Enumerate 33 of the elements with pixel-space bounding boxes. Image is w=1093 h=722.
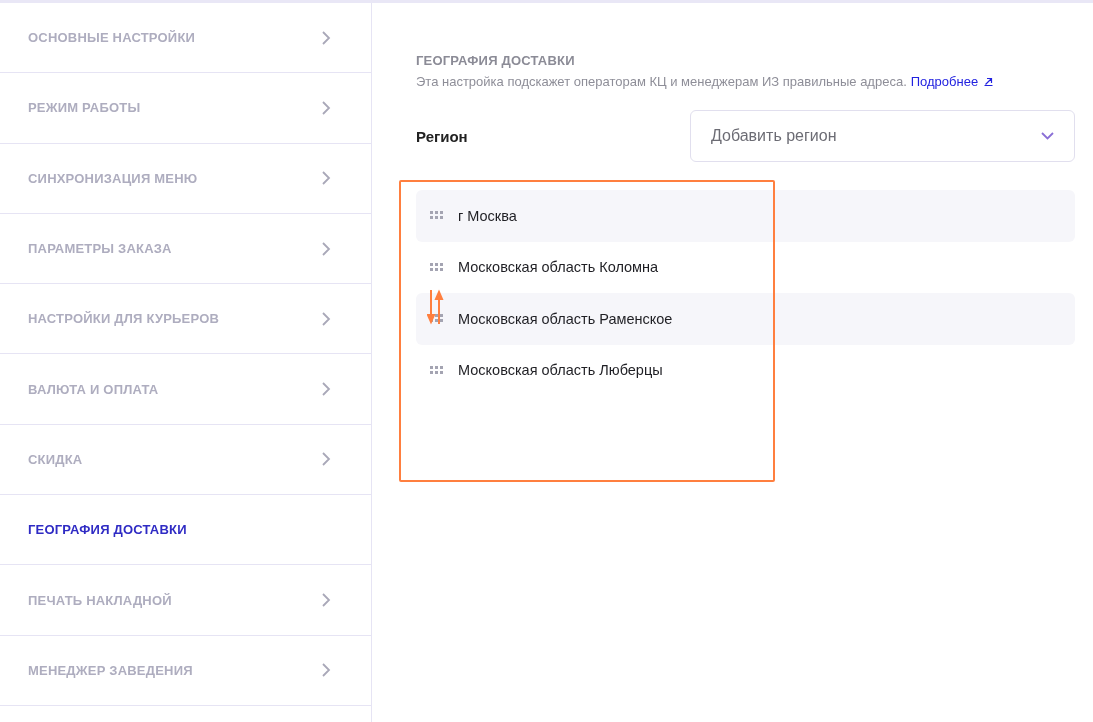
- sidebar-item[interactable]: ОСНОВНЫЕ НАСТРОЙКИ: [0, 3, 371, 74]
- external-link-icon: [984, 77, 994, 86]
- chevron-right-icon: [321, 382, 331, 397]
- chevron-right-icon: [321, 241, 331, 256]
- field-label: Регион: [416, 127, 468, 145]
- drag-handle-icon[interactable]: [430, 211, 444, 221]
- chevron-right-icon: [321, 30, 331, 45]
- chevron-right-icon: [321, 663, 331, 678]
- region-row[interactable]: Московская область Коломна: [416, 241, 1075, 293]
- chevron-right-icon: [321, 593, 331, 607]
- sidebar-item[interactable]: ГЕОГРАФИЯ ДОСТАВКИ: [0, 495, 371, 566]
- region-row[interactable]: Московская область Раменское: [416, 293, 1075, 345]
- more-link[interactable]: Подробнее: [910, 74, 994, 89]
- drag-handle-icon[interactable]: [430, 262, 444, 272]
- sidebar-item[interactable]: ВАЛЮТА И ОПЛАТА: [0, 354, 371, 425]
- chevron-right-icon: [321, 311, 331, 326]
- sidebar-item[interactable]: РЕЖИМ РАБОТЫ: [0, 73, 371, 144]
- sidebar-item[interactable]: СИНХРОНИЗАЦИЯ МЕНЮ: [0, 143, 371, 214]
- chevron-right-icon: [321, 100, 331, 115]
- sidebar-item[interactable]: МЕНЕДЖЕР ЗАВЕДЕНИЯ: [0, 635, 371, 706]
- drag-handle-icon[interactable]: [430, 365, 444, 375]
- sidebar-item[interactable]: СКИДКА: [0, 424, 371, 496]
- chevron-right-icon: [321, 171, 331, 186]
- region-row[interactable]: г Москва: [416, 190, 1075, 242]
- sidebar-item[interactable]: ПЕЧАТЬ НАКЛАДНОЙ: [0, 565, 371, 636]
- sidebar-item[interactable]: НАСТРОЙКИ ДЛЯ КУРЬЕРОВ: [0, 284, 371, 355]
- sidebar-item[interactable]: ПАРАМЕТРЫ ЗАКАЗА: [0, 213, 371, 285]
- chevron-right-icon: [321, 452, 331, 467]
- chevron-down-icon: [1041, 132, 1054, 140]
- section-title: ГЕОГРАФИЯ ДОСТАВКИ: [416, 53, 576, 68]
- section-description: Эта настройка подскажет операторам КЦ и менеджерам ИЗ правильные адреса. Подробнее: [416, 74, 1075, 89]
- region-row[interactable]: Московская область Люберцы: [416, 344, 1075, 396]
- region-dropdown[interactable]: Добавить регион: [690, 110, 1075, 162]
